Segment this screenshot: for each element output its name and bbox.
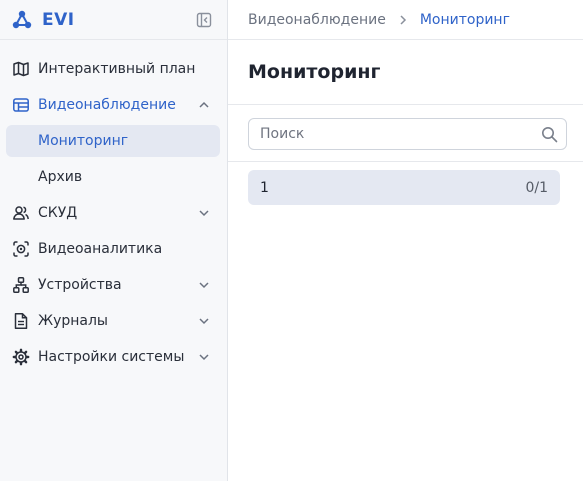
collapse-sidebar-icon[interactable]	[196, 12, 212, 28]
list-item[interactable]: 1 0/1	[248, 170, 560, 205]
divider	[228, 161, 583, 162]
sidebar-item-video-surveillance[interactable]: Видеонаблюдение	[0, 87, 227, 123]
sidebar-item-system-settings[interactable]: Настройки системы	[0, 339, 227, 375]
sidebar-item-video-analytics[interactable]: Видеоаналитика	[0, 231, 227, 267]
sidebar-nav: Интерактивный план Видеонаблюдение Монит…	[0, 51, 227, 375]
sidebar-item-devices[interactable]: Устройства	[0, 267, 227, 303]
chevron-up-icon[interactable]	[197, 98, 211, 112]
breadcrumb: Видеонаблюдение Мониторинг	[228, 0, 583, 40]
sidebar-item-label: Интерактивный план	[38, 61, 196, 77]
divider	[228, 104, 583, 105]
breadcrumb-current: Мониторинг	[419, 11, 510, 28]
sidebar-item-label: Журналы	[38, 313, 108, 329]
chevron-right-icon	[400, 14, 406, 25]
brand-name: EVI	[42, 9, 75, 30]
chevron-down-icon[interactable]	[197, 314, 211, 328]
sidebar-subitem-label: Архив	[38, 169, 83, 185]
search-box	[248, 118, 567, 150]
sidebar-item-label: Устройства	[38, 277, 122, 293]
sidebar-subitem-label: Мониторинг	[38, 133, 129, 149]
brand-header: EVI	[0, 0, 227, 40]
logo-icon	[12, 10, 32, 28]
chevron-down-icon[interactable]	[197, 278, 211, 292]
map-icon	[13, 61, 29, 77]
sidebar-item-interactive-plan[interactable]: Интерактивный план	[0, 51, 227, 87]
list-item-count: 0/1	[525, 179, 548, 196]
search-icon[interactable]	[541, 126, 558, 143]
sidebar: EVI Интерактивный план Видеонаблюдение М…	[0, 0, 228, 481]
analytics-icon	[13, 241, 29, 257]
main-content: Видеонаблюдение Мониторинг Мониторинг 1 …	[228, 0, 583, 481]
chevron-down-icon[interactable]	[197, 350, 211, 364]
video-icon	[13, 98, 29, 112]
page-title: Мониторинг	[248, 61, 381, 83]
list-item-name: 1	[260, 179, 269, 196]
sidebar-item-label: Настройки системы	[38, 349, 185, 365]
breadcrumb-parent-link[interactable]: Видеонаблюдение	[248, 12, 386, 28]
gear-icon	[12, 348, 30, 366]
users-icon	[13, 206, 29, 220]
journal-icon	[14, 313, 28, 329]
sidebar-item-label: Видеонаблюдение	[38, 97, 176, 113]
search-input[interactable]	[260, 126, 530, 142]
sidebar-item-journals[interactable]: Журналы	[0, 303, 227, 339]
sidebar-subitem-archive[interactable]: Архив	[0, 159, 227, 195]
sidebar-item-label: СКУД	[38, 205, 78, 221]
sidebar-item-access-control[interactable]: СКУД	[0, 195, 227, 231]
sidebar-subitem-monitoring[interactable]: Мониторинг	[0, 123, 227, 159]
devices-icon	[13, 277, 29, 293]
chevron-down-icon[interactable]	[197, 206, 211, 220]
sidebar-item-label: Видеоаналитика	[38, 241, 163, 257]
